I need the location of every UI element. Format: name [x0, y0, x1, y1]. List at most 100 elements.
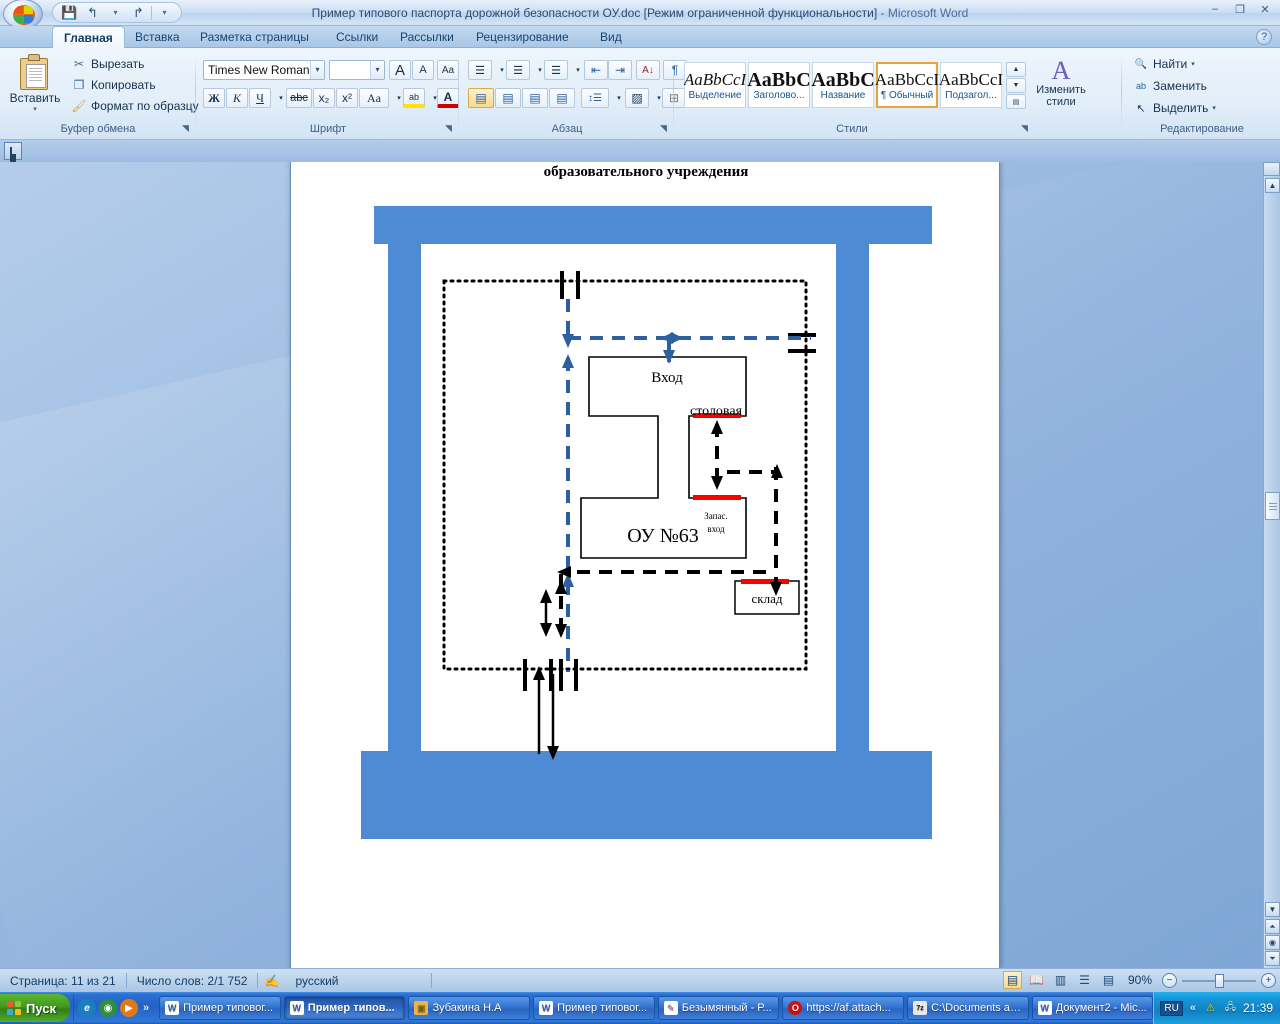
bold-button[interactable]: Ж — [203, 88, 225, 108]
network-icon[interactable]: 🖧 — [1223, 1001, 1238, 1016]
paragraph-dialog-launcher[interactable]: ◥ — [660, 123, 671, 134]
task-item[interactable]: ✎ Безымянный - Р... — [657, 996, 780, 1020]
style-item-0[interactable]: AaBbCcI Выделение — [684, 62, 746, 108]
paste-button[interactable]: Вставить ▾ — [6, 54, 64, 113]
font-size-caret-icon[interactable]: ▾ — [370, 61, 384, 79]
cut-button[interactable]: ✂ Вырезать — [68, 56, 147, 72]
tray-expand-icon[interactable]: « — [1188, 1002, 1198, 1014]
tab-review[interactable]: Рецензирование — [465, 27, 580, 48]
task-item[interactable]: O https://af.attach... — [782, 996, 905, 1020]
antivirus-icon[interactable]: ⚠ — [1203, 1001, 1218, 1016]
shrink-font-button[interactable]: A — [412, 60, 434, 80]
zoom-slider-thumb[interactable] — [1215, 973, 1224, 988]
sort-button[interactable]: A↓ — [636, 60, 660, 80]
zoom-level[interactable]: 90% — [1123, 973, 1157, 987]
paste-dropdown-icon[interactable]: ▾ — [6, 105, 64, 113]
scroll-up-button[interactable]: ▲ — [1265, 178, 1280, 193]
restore-button[interactable]: ❐ — [1229, 1, 1251, 17]
line-spacing-button[interactable]: ↕☰ — [581, 88, 609, 108]
zoom-slider[interactable] — [1182, 973, 1256, 988]
minimize-button[interactable]: – — [1204, 1, 1226, 17]
start-button[interactable]: Пуск — [0, 994, 70, 1022]
multilevel-list-button[interactable]: ☰ — [544, 60, 568, 80]
find-caret-icon[interactable]: ▾ — [1191, 60, 1195, 68]
copy-button[interactable]: ❐ Копировать — [68, 77, 159, 93]
font-dialog-launcher[interactable]: ◥ — [445, 123, 456, 134]
subscript-button[interactable]: x₂ — [313, 88, 335, 108]
status-word-count[interactable]: Число слов: 2/1 752 — [127, 974, 258, 988]
superscript-button[interactable]: x² — [336, 88, 358, 108]
close-button[interactable]: ✕ — [1254, 1, 1276, 17]
task-item[interactable]: W Пример типовог... — [533, 996, 655, 1020]
select-button[interactable]: ↖ Выделить ▾ — [1130, 100, 1219, 116]
underline-button[interactable]: Ч — [249, 88, 271, 108]
split-window-handle[interactable] — [1263, 162, 1280, 176]
format-painter-button[interactable]: 🖌 Формат по образцу — [68, 98, 202, 114]
quick-launch-overflow-icon[interactable]: » — [141, 1002, 151, 1014]
view-full-screen-reading-button[interactable]: 📖 — [1027, 971, 1046, 989]
replace-button[interactable]: ab Заменить — [1130, 78, 1210, 94]
font-color-button[interactable]: A — [437, 88, 459, 108]
zoom-in-button[interactable]: + — [1261, 972, 1276, 988]
find-button[interactable]: 🔍 Найти ▾ — [1130, 56, 1198, 72]
tab-stop-selector-icon[interactable] — [4, 142, 22, 160]
style-item-3[interactable]: AaBbCcI ¶ Обычный — [875, 62, 939, 108]
change-case-button[interactable]: Aa — [359, 88, 389, 108]
tab-mailings[interactable]: Рассылки — [389, 27, 465, 48]
zoom-out-button[interactable]: − — [1162, 972, 1177, 988]
select-browse-object-button[interactable]: ◉ — [1265, 935, 1280, 950]
font-name-combo[interactable]: Times New Roman ▾ — [203, 60, 325, 80]
proofing-errors-icon[interactable]: ✍ — [258, 974, 285, 988]
view-outline-button[interactable]: ☰ — [1075, 971, 1094, 989]
strikethrough-button[interactable]: abc — [286, 88, 312, 108]
grow-font-button[interactable]: A — [389, 60, 411, 80]
document-page[interactable]: образовательного учреждения Вход столова… — [290, 162, 1000, 968]
view-web-layout-button[interactable]: ▥ — [1051, 971, 1070, 989]
increase-indent-button[interactable]: ⇥ — [608, 60, 632, 80]
font-name-caret-icon[interactable]: ▾ — [310, 61, 324, 79]
media-player-icon[interactable]: ▶ — [120, 999, 138, 1017]
scroll-thumb[interactable] — [1265, 492, 1280, 520]
style-item-1[interactable]: AaBbC Заголово... — [747, 62, 811, 108]
numbering-button[interactable]: ☰ — [506, 60, 530, 80]
styles-scroll-down-button[interactable]: ▼ — [1006, 78, 1026, 93]
tab-view[interactable]: Вид — [589, 27, 633, 48]
task-item[interactable]: W Пример типовог... — [159, 996, 281, 1020]
tab-home[interactable]: Главная — [52, 26, 125, 49]
view-draft-button[interactable]: ▤ — [1099, 971, 1118, 989]
scroll-down-button[interactable]: ▼ — [1265, 902, 1280, 917]
style-item-2[interactable]: AaBbC Название — [811, 62, 875, 108]
text-highlight-button[interactable]: ab — [403, 88, 425, 108]
previous-page-button[interactable]: ⏶ — [1265, 919, 1280, 934]
justify-button[interactable]: ▤ — [549, 88, 575, 108]
internet-explorer-icon[interactable]: e — [78, 999, 96, 1017]
clock[interactable]: 21:39 — [1243, 1001, 1273, 1015]
vertical-scrollbar[interactable]: ▲ ▼ ⏶ ◉ ⏷ — [1263, 162, 1280, 968]
decrease-indent-button[interactable]: ⇤ — [584, 60, 608, 80]
task-item[interactable]: W Пример типов... — [283, 996, 406, 1020]
font-size-combo[interactable]: ▾ — [329, 60, 385, 80]
align-left-button[interactable]: ▤ — [468, 88, 494, 108]
bullets-button[interactable]: ☰ — [468, 60, 492, 80]
language-indicator[interactable]: RU — [1160, 1000, 1183, 1016]
style-item-4[interactable]: AaBbCcI Подзагол... — [939, 62, 1003, 108]
italic-button[interactable]: К — [226, 88, 248, 108]
select-caret-icon[interactable]: ▾ — [1212, 104, 1216, 112]
shading-button[interactable]: ▨ — [625, 88, 649, 108]
tab-page-layout[interactable]: Разметка страницы — [189, 27, 320, 48]
clipboard-dialog-launcher[interactable]: ◥ — [182, 123, 193, 134]
task-item[interactable]: ▣ Зубакина Н.А — [408, 996, 531, 1020]
tab-insert[interactable]: Вставка — [124, 27, 191, 48]
view-print-layout-button[interactable]: ▤ — [1003, 971, 1022, 989]
styles-more-button[interactable]: ▤ — [1006, 94, 1026, 109]
change-styles-button[interactable]: A Изменить стили — [1028, 58, 1094, 109]
clear-formatting-button[interactable]: Aa — [437, 60, 459, 80]
status-page[interactable]: Страница: 11 из 21 — [0, 974, 126, 988]
task-item[interactable]: W Документ2 - Mic... — [1031, 996, 1154, 1020]
task-item[interactable]: 7z C:\Documents an... — [907, 996, 1029, 1020]
styles-scroll-up-button[interactable]: ▲ — [1006, 62, 1026, 77]
styles-dialog-launcher[interactable]: ◥ — [1021, 123, 1032, 134]
help-icon[interactable]: ? — [1256, 29, 1272, 45]
next-page-button[interactable]: ⏷ — [1265, 951, 1280, 966]
status-language[interactable]: русский — [285, 974, 348, 988]
